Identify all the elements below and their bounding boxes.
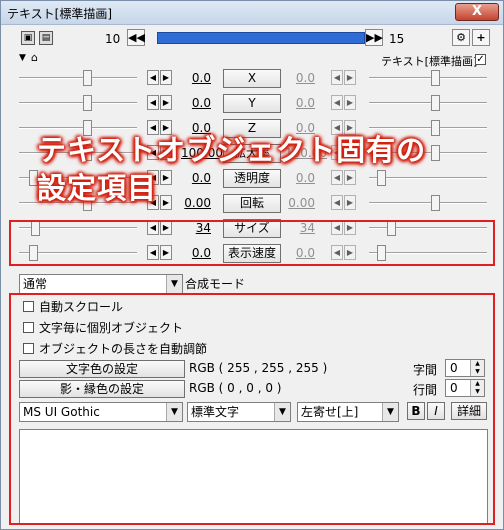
param-left-value[interactable]: 0.00 bbox=[181, 196, 211, 210]
left-increase-arrow-icon[interactable]: ▶ bbox=[160, 170, 172, 185]
right-slider-thumb[interactable] bbox=[431, 145, 440, 161]
blend-mode-select[interactable]: 通常 ▼ bbox=[19, 274, 183, 294]
left-increase-arrow-icon[interactable]: ▶ bbox=[160, 70, 172, 85]
chevron-down-icon: ▼ bbox=[166, 275, 182, 293]
start-frame: 10 bbox=[105, 32, 121, 46]
next-frame-button[interactable]: ▶▶ bbox=[365, 29, 383, 46]
left-slider-thumb[interactable] bbox=[83, 95, 92, 111]
right-decrease-arrow-icon[interactable]: ◀ bbox=[331, 70, 343, 85]
frame-b-icon[interactable]: ▤ bbox=[39, 31, 53, 45]
left-slider-track[interactable] bbox=[19, 102, 137, 104]
left-slider-thumb[interactable] bbox=[83, 70, 92, 86]
right-slider-track[interactable] bbox=[369, 77, 487, 79]
left-increase-arrow-icon[interactable]: ▶ bbox=[160, 95, 172, 110]
param-name-button[interactable]: X bbox=[223, 69, 281, 88]
right-slider-thumb[interactable] bbox=[377, 170, 386, 186]
right-slider-track[interactable] bbox=[369, 102, 487, 104]
left-slider-track[interactable] bbox=[19, 77, 137, 79]
mouse-icon: ⌂ bbox=[31, 51, 38, 64]
right-slider-thumb[interactable] bbox=[431, 70, 440, 86]
param-right-value[interactable]: 0.0 bbox=[285, 96, 315, 110]
right-slider-track[interactable] bbox=[369, 177, 487, 179]
param-name-button[interactable]: 透明度 bbox=[223, 169, 281, 188]
right-slider-thumb[interactable] bbox=[431, 95, 440, 111]
right-increase-arrow-icon[interactable]: ▶ bbox=[344, 170, 356, 185]
param-right-value[interactable]: 0.00 bbox=[285, 196, 315, 210]
text-settings-highlight bbox=[9, 293, 495, 525]
menu-chevron-icon[interactable]: ▼ bbox=[19, 53, 26, 63]
param-name-button[interactable]: Y bbox=[223, 94, 281, 113]
annotation-line-1: テキストオブジェクト固有の bbox=[37, 133, 427, 167]
param-name-button[interactable]: 回転 bbox=[223, 194, 281, 213]
size-speed-highlight bbox=[9, 220, 495, 266]
frame-progress-bar[interactable] bbox=[157, 32, 365, 44]
param-left-value[interactable]: 0.0 bbox=[181, 171, 211, 185]
right-increase-arrow-icon[interactable]: ▶ bbox=[344, 195, 356, 210]
title-bar: テキスト[標準描画] X bbox=[1, 1, 503, 25]
right-slider-thumb[interactable] bbox=[431, 120, 440, 136]
right-slider-track[interactable] bbox=[369, 202, 487, 204]
layer-label: テキスト[標準描画] bbox=[381, 55, 478, 68]
end-frame: 15 bbox=[389, 32, 405, 46]
right-decrease-arrow-icon[interactable]: ◀ bbox=[331, 170, 343, 185]
right-increase-arrow-icon[interactable]: ▶ bbox=[344, 70, 356, 85]
left-decrease-arrow-icon[interactable]: ◀ bbox=[147, 95, 159, 110]
settings-icon[interactable]: ⚙ bbox=[452, 29, 470, 46]
param-left-value[interactable]: 0.0 bbox=[181, 96, 211, 110]
blend-mode-label: 合成モード bbox=[185, 277, 246, 291]
right-decrease-arrow-icon[interactable]: ◀ bbox=[331, 95, 343, 110]
close-button[interactable]: X bbox=[455, 3, 499, 21]
blend-mode-value: 通常 bbox=[23, 277, 48, 291]
add-filter-button[interactable]: + bbox=[472, 29, 490, 46]
properties-window: テキスト[標準描画] X ▣ ▤ 10 ◀◀ ▶▶ 15 ⚙ + ▼ ⌂ テキス… bbox=[0, 0, 504, 530]
annotation-line-2: 設定項目 bbox=[37, 171, 158, 205]
left-increase-arrow-icon[interactable]: ▶ bbox=[160, 195, 172, 210]
right-decrease-arrow-icon[interactable]: ◀ bbox=[331, 195, 343, 210]
param-right-value[interactable]: 0.0 bbox=[285, 71, 315, 85]
left-decrease-arrow-icon[interactable]: ◀ bbox=[147, 70, 159, 85]
param-left-value[interactable]: 0.0 bbox=[181, 71, 211, 85]
prev-frame-button[interactable]: ◀◀ bbox=[127, 29, 145, 46]
param-right-value[interactable]: 0.0 bbox=[285, 171, 315, 185]
frame-a-icon[interactable]: ▣ bbox=[21, 31, 35, 45]
right-increase-arrow-icon[interactable]: ▶ bbox=[344, 95, 356, 110]
right-slider-thumb[interactable] bbox=[431, 195, 440, 211]
window-title: テキスト[標準描画] bbox=[7, 7, 113, 21]
layer-enabled-checkbox[interactable]: ✓ bbox=[475, 54, 486, 65]
